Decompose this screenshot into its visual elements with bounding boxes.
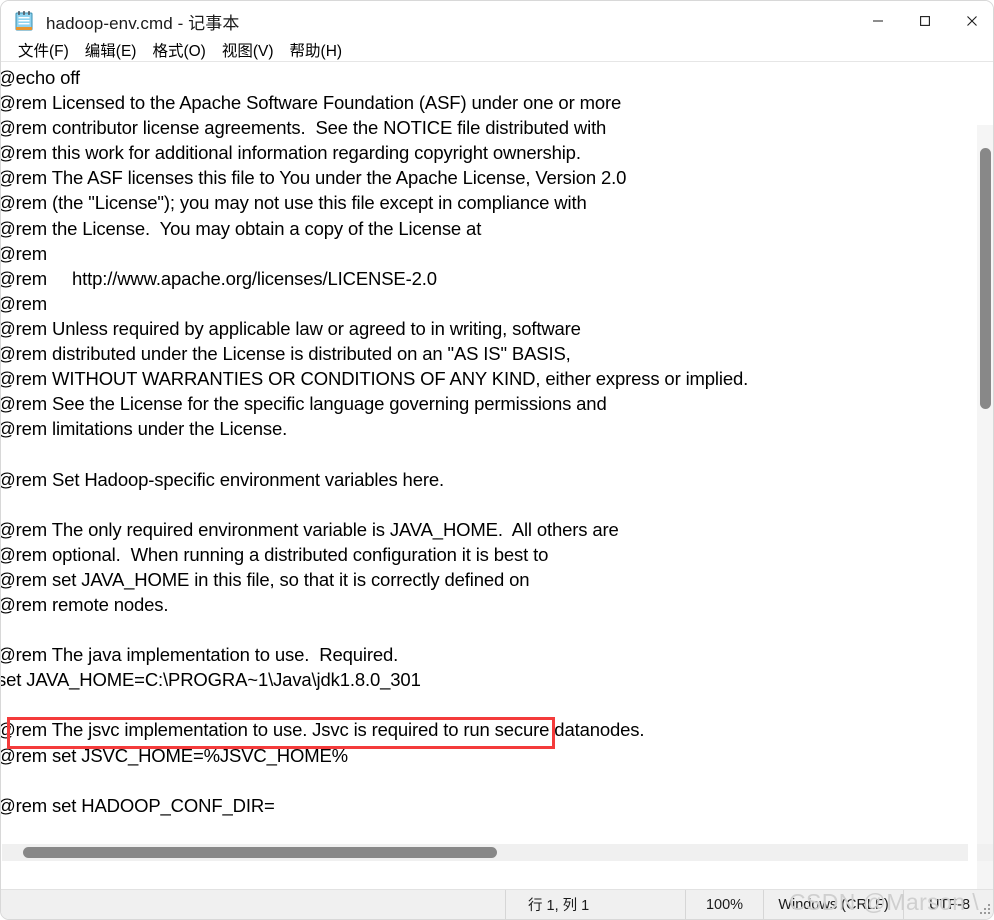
window-controls <box>854 1 993 41</box>
close-button[interactable] <box>948 1 993 41</box>
minimize-button[interactable] <box>854 1 901 41</box>
menu-edit[interactable]: 编辑(E) <box>77 41 145 62</box>
status-cursor-position[interactable]: 行 1, 列 1 <box>505 890 685 919</box>
status-zoom-level[interactable]: 100% <box>685 890 763 919</box>
notepad-window: hadoop-env.cmd - 记事本 文件(F) 编辑(E) 格式(O) 视… <box>0 0 994 920</box>
file-content[interactable]: @echo off @rem Licensed to the Apache So… <box>1 65 748 818</box>
menu-help[interactable]: 帮助(H) <box>282 41 351 62</box>
notepad-icon <box>14 10 34 32</box>
window-title: hadoop-env.cmd - 记事本 <box>46 13 240 33</box>
menu-format[interactable]: 格式(O) <box>144 41 213 62</box>
menu-view[interactable]: 视图(V) <box>214 41 282 62</box>
status-line-ending[interactable]: Windows (CRLF) <box>763 890 903 919</box>
status-bar: 行 1, 列 1 100% Windows (CRLF) UTF-8 <box>1 889 993 919</box>
editor-area: @echo off @rem Licensed to the Apache So… <box>1 63 993 891</box>
vertical-scrollbar[interactable] <box>977 125 993 891</box>
resize-grip-icon[interactable] <box>979 903 992 916</box>
menu-file[interactable]: 文件(F) <box>10 41 77 62</box>
scrollbar-corner <box>977 844 993 861</box>
title-bar[interactable]: hadoop-env.cmd - 记事本 <box>1 1 993 41</box>
text-pane[interactable]: @echo off @rem Licensed to the Apache So… <box>1 63 967 867</box>
horizontal-scrollbar[interactable] <box>2 844 968 861</box>
vertical-scrollbar-thumb[interactable] <box>980 148 991 409</box>
menu-bar: 文件(F) 编辑(E) 格式(O) 视图(V) 帮助(H) <box>1 41 993 62</box>
horizontal-scrollbar-thumb[interactable] <box>23 847 497 858</box>
maximize-button[interactable] <box>901 1 948 41</box>
status-spacer <box>1 890 505 919</box>
